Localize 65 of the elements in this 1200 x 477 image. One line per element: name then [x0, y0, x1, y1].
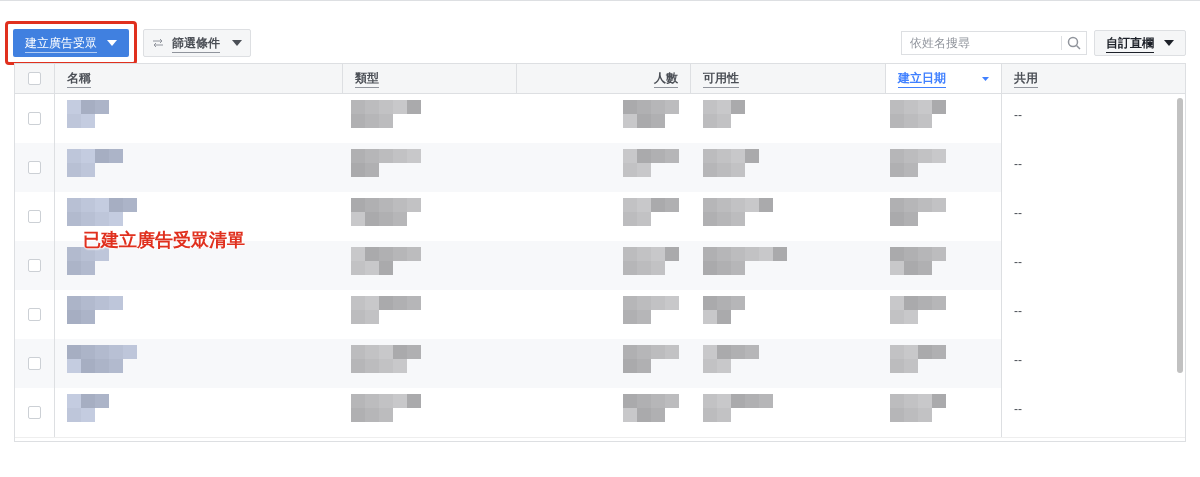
blurred-text-icon — [67, 247, 109, 275]
row-checkbox[interactable] — [28, 259, 41, 272]
blurred-text-icon — [67, 149, 123, 177]
blurred-text-icon — [351, 149, 421, 177]
select-all-checkbox[interactable] — [28, 72, 41, 85]
blurred-text-icon — [67, 296, 123, 324]
column-header[interactable]: 共用 — [1014, 69, 1038, 88]
blurred-text-icon — [351, 394, 421, 422]
blurred-text-icon — [351, 345, 421, 373]
blurred-text-icon — [890, 345, 946, 373]
shared-value: -- — [1014, 255, 1022, 269]
column-header[interactable]: 可用性 — [703, 69, 739, 88]
shared-value: -- — [1014, 108, 1022, 122]
blurred-text-icon — [890, 198, 946, 226]
blurred-text-icon — [67, 345, 137, 373]
create-audience-button[interactable]: 建立廣告受眾 — [13, 29, 129, 57]
filter-button[interactable]: 篩選條件 — [143, 29, 251, 57]
row-checkbox[interactable] — [28, 161, 41, 174]
blurred-text-icon — [67, 394, 109, 422]
blurred-text-icon — [623, 100, 679, 128]
blurred-text-icon — [351, 100, 421, 128]
row-checkbox[interactable] — [28, 210, 41, 223]
blurred-text-icon — [351, 247, 421, 275]
row-checkbox[interactable] — [28, 357, 41, 370]
column-header[interactable]: 人數 — [654, 69, 678, 88]
blurred-text-icon — [890, 394, 946, 422]
row-checkbox[interactable] — [28, 308, 41, 321]
blurred-text-icon — [890, 247, 946, 275]
row-checkbox[interactable] — [28, 112, 41, 125]
blurred-text-icon — [623, 394, 679, 422]
column-header[interactable]: 類型 — [355, 69, 379, 88]
caret-icon — [107, 40, 117, 46]
blurred-text-icon — [623, 198, 679, 226]
blurred-text-icon — [623, 296, 679, 324]
blurred-text-icon — [67, 198, 137, 226]
shared-value: -- — [1014, 304, 1022, 318]
columns-button[interactable]: 自訂直欄 — [1094, 30, 1186, 56]
swap-arrows-icon — [152, 38, 164, 48]
shared-value: -- — [1014, 353, 1022, 367]
blurred-text-icon — [703, 394, 773, 422]
blurred-text-icon — [703, 100, 745, 128]
caret-icon — [232, 40, 242, 46]
blurred-text-icon — [703, 149, 759, 177]
annotation-label: 已建立廣告受眾清單 — [83, 229, 245, 252]
scrollbar[interactable] — [1177, 98, 1183, 373]
blurred-text-icon — [703, 198, 773, 226]
blurred-text-icon — [623, 247, 679, 275]
blurred-text-icon — [703, 296, 745, 324]
blurred-text-icon — [623, 345, 679, 373]
blurred-text-icon — [890, 296, 946, 324]
shared-value: -- — [1014, 206, 1022, 220]
row-checkbox[interactable] — [28, 406, 41, 419]
column-header[interactable]: 名稱 — [67, 69, 91, 88]
shared-value: -- — [1014, 402, 1022, 416]
caret-icon — [1164, 40, 1174, 46]
blurred-text-icon — [890, 100, 946, 128]
caret-icon — [982, 75, 989, 82]
blurred-text-icon — [351, 296, 421, 324]
blurred-text-icon — [623, 149, 679, 177]
blurred-text-icon — [703, 345, 759, 373]
blurred-text-icon — [890, 149, 946, 177]
blurred-text-icon — [703, 247, 787, 275]
shared-value: -- — [1014, 157, 1022, 171]
blurred-text-icon — [351, 198, 421, 226]
blurred-text-icon — [67, 100, 109, 128]
